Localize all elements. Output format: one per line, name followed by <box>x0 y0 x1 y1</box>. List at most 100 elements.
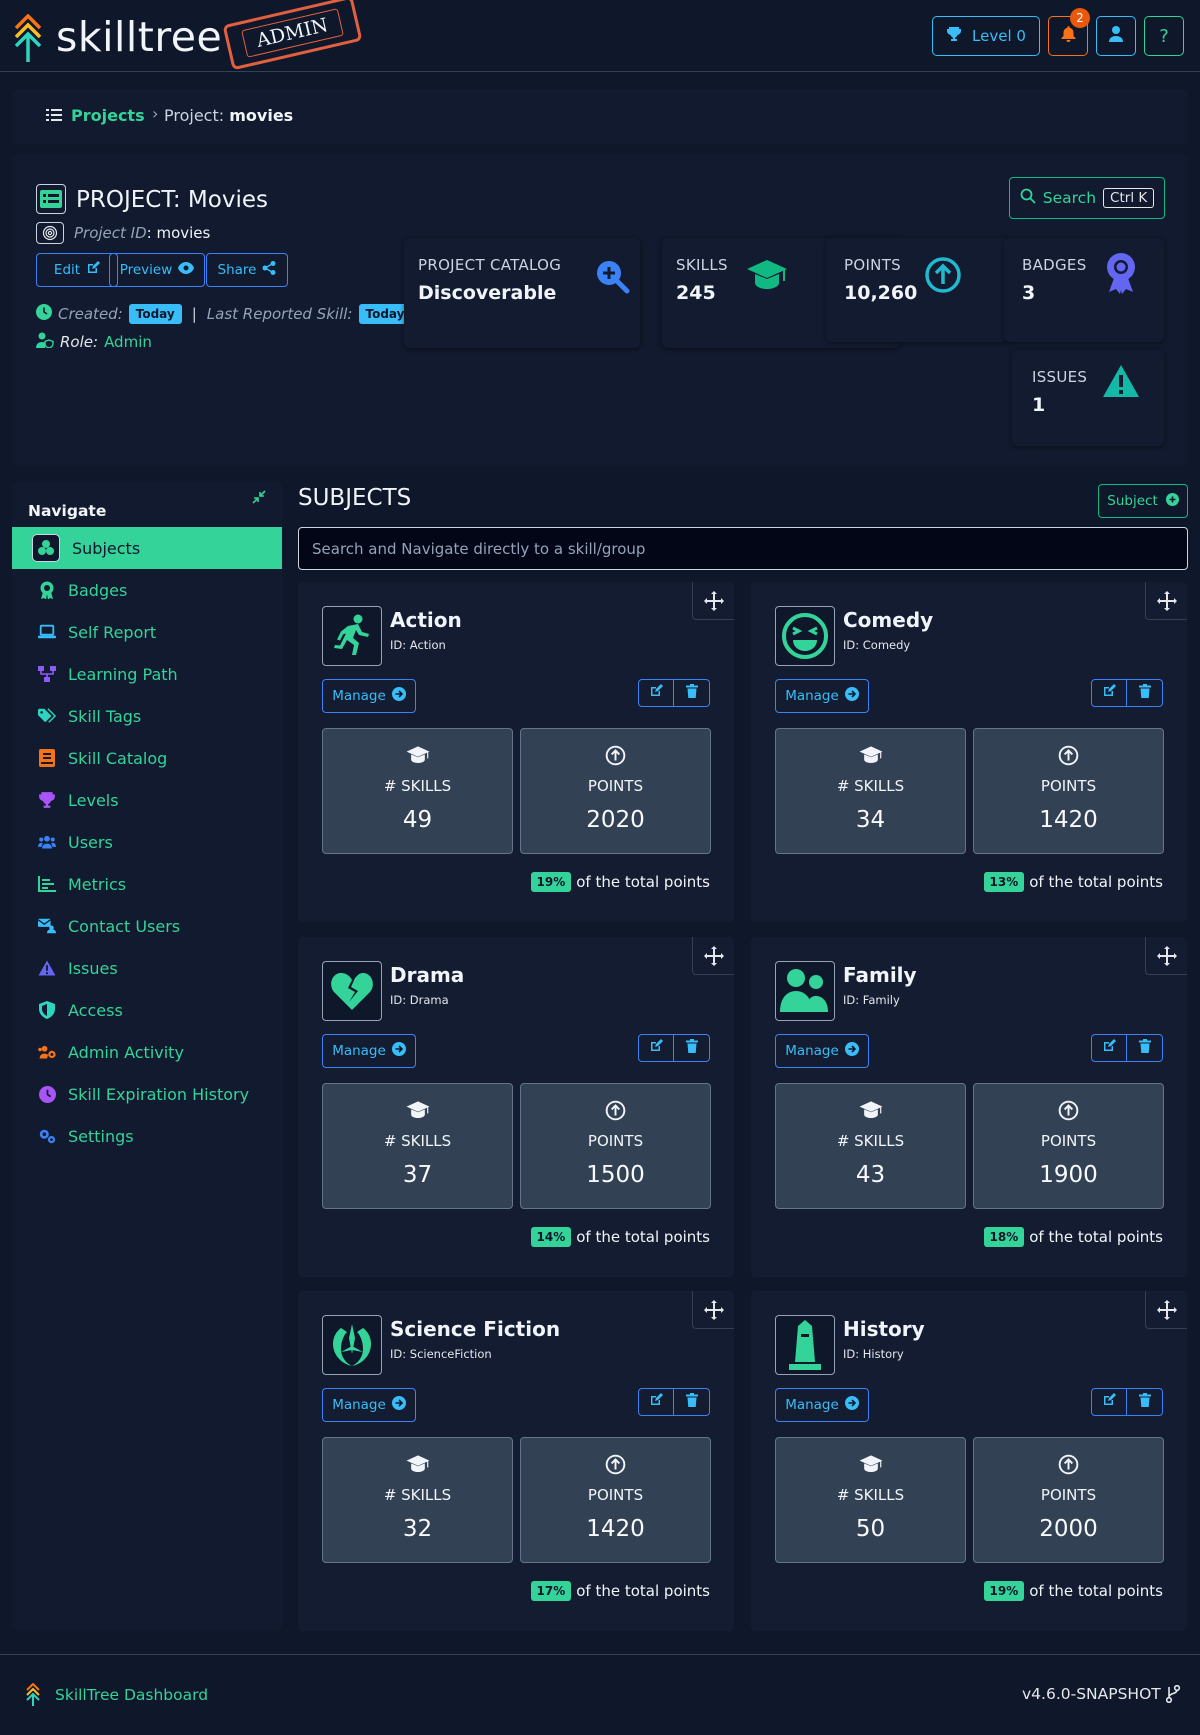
plus-circle-icon <box>1165 492 1179 510</box>
percentage-badge: 14% <box>530 1227 572 1247</box>
monument-icon[interactable] <box>775 1315 835 1375</box>
sidebar-item-learning-path[interactable]: Learning Path <box>12 653 282 695</box>
move-handle-icon[interactable] <box>692 582 734 620</box>
help-button[interactable]: ? <box>1144 16 1184 56</box>
nav-title: Navigate <box>28 502 107 520</box>
move-handle-icon[interactable] <box>1145 582 1187 620</box>
sidebar-item-metrics[interactable]: Metrics <box>12 863 282 905</box>
breadcrumb: Projects › Project: movies <box>12 89 1188 144</box>
warning-triangle-icon <box>1102 364 1140 402</box>
edit-subject-button[interactable] <box>1091 679 1127 707</box>
sidebar-item-levels[interactable]: Levels <box>12 779 282 821</box>
contact-icon <box>38 917 56 935</box>
move-handle-icon[interactable] <box>1145 937 1187 975</box>
delete-subject-button[interactable] <box>674 1388 710 1416</box>
search-button[interactable]: Search Ctrl K <box>1009 177 1165 219</box>
admin-stamp: ADMIN <box>222 0 363 71</box>
user-button[interactable] <box>1096 16 1136 56</box>
delete-subject-button[interactable] <box>674 1034 710 1062</box>
arrow-right-circle-icon <box>844 687 859 705</box>
percentage-badge: 19% <box>530 872 572 892</box>
manage-subject-button[interactable]: Manage <box>322 1034 416 1068</box>
subject-skills-stat: # SKILLS 34 <box>775 728 966 854</box>
network-icon <box>38 665 56 683</box>
sidebar-item-subjects[interactable]: Subjects <box>12 527 282 569</box>
edit-subject-button[interactable] <box>1091 1388 1127 1416</box>
sidebar-item-settings[interactable]: Settings <box>12 1115 282 1157</box>
breadcrumb-projects-link[interactable]: Projects <box>71 106 145 125</box>
top-header: skilltree ADMIN Level 0 2 ? <box>0 0 1200 72</box>
skill-search-input[interactable] <box>298 527 1188 570</box>
laptop-icon <box>38 623 56 641</box>
edit-subject-button[interactable] <box>1091 1034 1127 1062</box>
sidebar-item-label: Learning Path <box>68 664 178 684</box>
manage-subject-button[interactable]: Manage <box>775 1034 869 1068</box>
jedi-icon[interactable] <box>322 1315 382 1375</box>
sidebar-item-admin-activity[interactable]: Admin Activity <box>12 1031 282 1073</box>
percentage-badge: 18% <box>983 1227 1025 1247</box>
sidebar-item-issues[interactable]: Issues <box>12 947 282 989</box>
sidebar-item-label: Badges <box>68 580 128 600</box>
edit-subject-button[interactable] <box>638 1388 674 1416</box>
sidebar-item-skill-expiration-history[interactable]: Skill Expiration History <box>12 1073 282 1115</box>
delete-subject-button[interactable] <box>1127 679 1163 707</box>
preview-project-button[interactable]: Preview <box>109 253 205 287</box>
subject-skills-stat: # SKILLS 50 <box>775 1437 966 1563</box>
sidebar-item-contact-users[interactable]: Contact Users <box>12 905 282 947</box>
manage-subject-button[interactable]: Manage <box>775 679 869 713</box>
sidebar-item-self-report[interactable]: Self Report <box>12 611 282 653</box>
level-button[interactable]: Level 0 <box>932 16 1040 56</box>
collapse-icon[interactable] <box>252 490 266 508</box>
sidebar-item-label: Access <box>68 1000 123 1020</box>
sidebar-item-skill-catalog[interactable]: Skill Catalog <box>12 737 282 779</box>
add-subject-button[interactable]: Subject <box>1098 484 1188 518</box>
stat-card-issues[interactable]: ISSUES 1 <box>1012 350 1164 446</box>
move-handle-icon[interactable] <box>692 1291 734 1329</box>
move-handle-icon[interactable] <box>1145 1291 1187 1329</box>
git-branch-icon[interactable] <box>1165 1684 1181 1707</box>
subject-name[interactable]: Drama <box>390 963 464 987</box>
edit-subject-button[interactable] <box>638 1034 674 1062</box>
share-project-button[interactable]: Share <box>206 253 288 287</box>
broken-heart-icon[interactable] <box>322 961 382 1021</box>
award-ribbon-icon <box>1104 252 1138 298</box>
running-icon[interactable] <box>322 606 382 666</box>
manage-subject-button[interactable]: Manage <box>775 1388 869 1422</box>
subject-name[interactable]: History <box>843 1317 925 1341</box>
stat-card-points-box: POINTS 10,260 <box>826 238 1008 342</box>
edit-project-button[interactable]: Edit <box>36 253 118 287</box>
manage-subject-button[interactable]: Manage <box>322 679 416 713</box>
delete-subject-button[interactable] <box>1127 1034 1163 1062</box>
footer-dashboard-link[interactable]: SkillTree Dashboard <box>55 1686 208 1704</box>
stat-card-catalog: PROJECT CATALOG Discoverable <box>404 238 640 348</box>
delete-subject-button[interactable] <box>674 679 710 707</box>
edit-icon <box>649 1039 663 1057</box>
laughing-face-icon[interactable] <box>775 606 835 666</box>
sidebar-item-label: Self Report <box>68 622 157 642</box>
subject-card-comedy: Comedy ID: Comedy Manage # SKILLS 34 POI… <box>751 582 1187 922</box>
subject-points-stat: POINTS 1500 <box>520 1083 711 1209</box>
delete-subject-button[interactable] <box>1127 1388 1163 1416</box>
move-handle-icon[interactable] <box>692 937 734 975</box>
logo-text[interactable]: skilltree <box>56 13 222 61</box>
subject-points-percentage: 19% of the total points <box>983 1581 1163 1601</box>
search-plus-icon <box>594 258 630 298</box>
edit-subject-button[interactable] <box>638 679 674 707</box>
subject-card-family: Family ID: Family Manage # SKILLS 43 POI… <box>751 937 1187 1277</box>
sidebar-item-badges[interactable]: Badges <box>12 569 282 611</box>
sidebar-item-skill-tags[interactable]: Skill Tags <box>12 695 282 737</box>
book-icon <box>38 749 56 767</box>
sidebar-item-users[interactable]: Users <box>12 821 282 863</box>
subject-name[interactable]: Action <box>390 608 462 632</box>
sidebar-item-access[interactable]: Access <box>12 989 282 1031</box>
trash-icon <box>685 1393 698 1411</box>
chart-icon <box>38 875 56 893</box>
manage-subject-button[interactable]: Manage <box>322 1388 416 1422</box>
footer: SkillTree Dashboard v4.6.0-SNAPSHOT <box>0 1654 1200 1735</box>
clock-icon <box>36 304 52 324</box>
project-dates: Created: Today | Last Reported Skill: To… <box>36 304 412 324</box>
subject-name[interactable]: Comedy <box>843 608 933 632</box>
subject-name[interactable]: Family <box>843 963 917 987</box>
subject-name[interactable]: Science Fiction <box>390 1317 560 1341</box>
family-icon[interactable] <box>775 961 835 1021</box>
